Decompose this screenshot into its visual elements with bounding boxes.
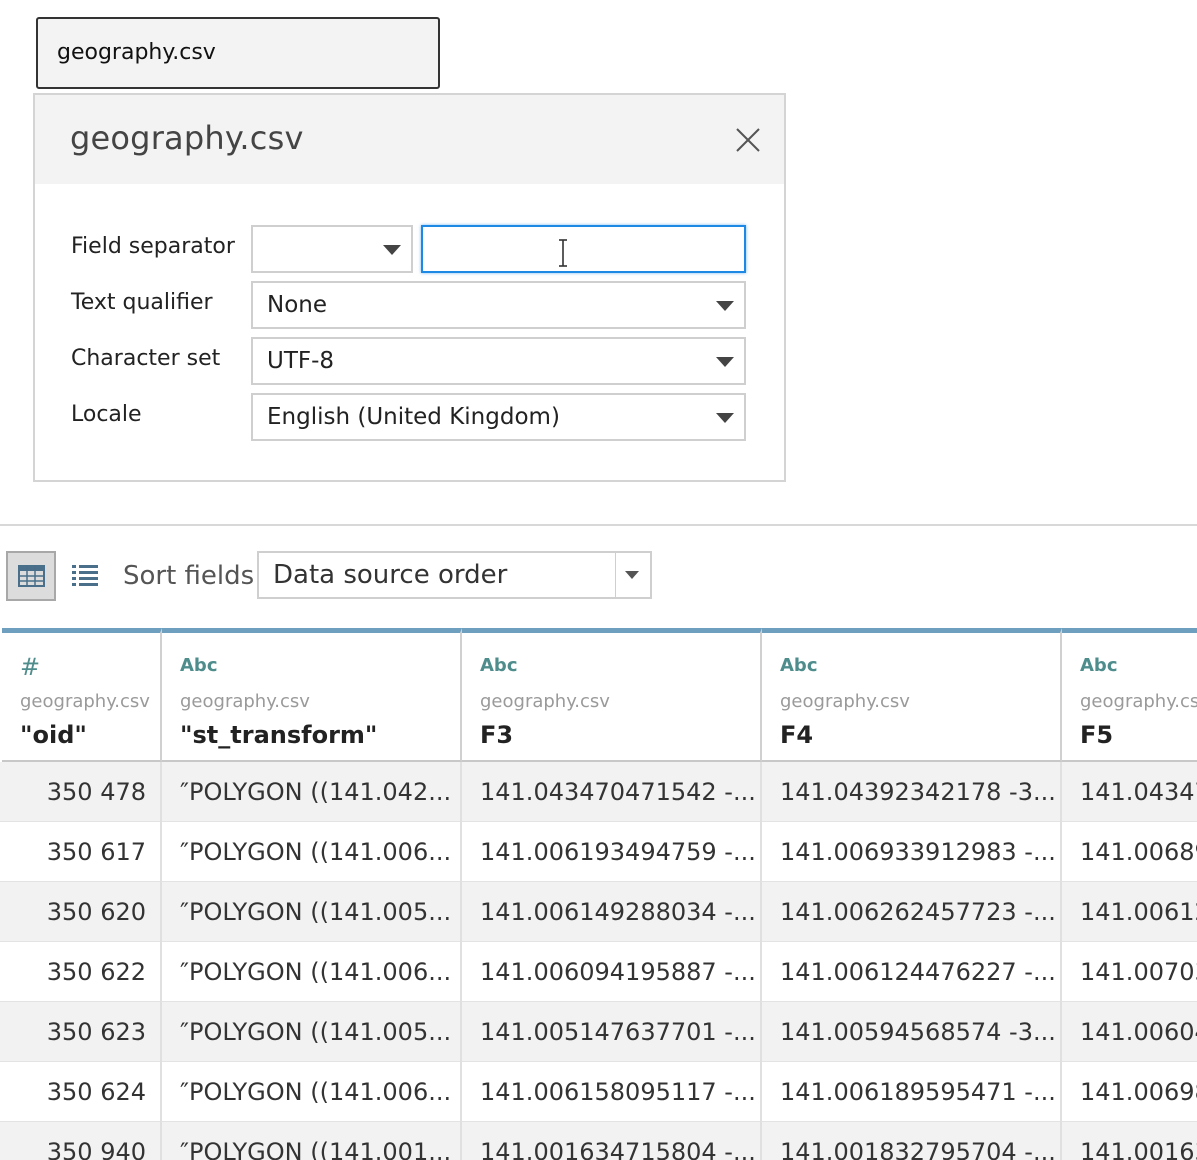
- character-set-value: UTF-8: [267, 348, 335, 374]
- string-type-icon[interactable]: Abc: [480, 655, 518, 676]
- table-cell[interactable]: ″POLYGON ((141.001...: [162, 1122, 462, 1160]
- chevron-down-icon: [716, 357, 734, 367]
- table-cell[interactable]: 141.00698: [1062, 1062, 1197, 1122]
- chevron-down-icon: [625, 571, 639, 579]
- sort-fields-label: Sort fields: [123, 561, 255, 591]
- table-cell[interactable]: ″POLYGON ((141.042...: [162, 762, 462, 822]
- table-row[interactable]: 350 622 ″POLYGON ((141.006... 141.00609419…: [0, 942, 1197, 1002]
- column-source: geography.csv: [1080, 691, 1197, 712]
- chevron-down-icon: [383, 245, 401, 255]
- table-row[interactable]: 350 478 ″POLYGON ((141.042... 141.04347047…: [0, 762, 1197, 822]
- column-source: geography.csv: [180, 691, 310, 712]
- table-cell[interactable]: 350 620: [2, 882, 162, 942]
- sort-fields-value: Data source order: [273, 560, 508, 590]
- table-cell[interactable]: 350 617: [2, 822, 162, 882]
- character-set-label: Character set: [71, 346, 221, 371]
- dialog-header: geography.csv: [35, 95, 784, 184]
- table-cell[interactable]: 141.006094195887 -...: [462, 942, 762, 1002]
- table-cell[interactable]: 350 622: [2, 942, 162, 1002]
- table-cell[interactable]: 141.00163: [1062, 1122, 1197, 1160]
- table-cell[interactable]: 141.006189595471 -...: [762, 1062, 1062, 1122]
- table-cell[interactable]: 141.005147637701 -...: [462, 1002, 762, 1062]
- table-cell[interactable]: 350 478: [2, 762, 162, 822]
- column-source: geography.csv: [480, 691, 610, 712]
- table-cell[interactable]: 141.006158095117 -...: [462, 1062, 762, 1122]
- text-file-properties-dialog: geography.csv Field separator Text quali…: [33, 93, 786, 482]
- field-separator-select[interactable]: [251, 225, 413, 273]
- string-type-icon[interactable]: Abc: [180, 655, 218, 676]
- grid-icon: [18, 565, 45, 587]
- sort-fields-select[interactable]: Data source order: [257, 551, 652, 599]
- column-name: "st_transform": [180, 721, 378, 749]
- close-icon[interactable]: [735, 127, 761, 153]
- text-qualifier-label: Text qualifier: [71, 290, 213, 315]
- column-header-st-transform[interactable]: Abc geography.csv "st_transform": [162, 628, 462, 762]
- data-grid: # geography.csv "oid" Abc geography.csv …: [0, 628, 1197, 1160]
- table-cell[interactable]: 141.00604: [1062, 1002, 1197, 1062]
- locale-value: English (United Kingdom): [267, 404, 560, 430]
- table-cell[interactable]: ″POLYGON ((141.006...: [162, 822, 462, 882]
- table-cell[interactable]: 141.006262457723 -...: [762, 882, 1062, 942]
- table-cell[interactable]: ″POLYGON ((141.006...: [162, 1062, 462, 1122]
- text-qualifier-value: None: [267, 292, 328, 318]
- table-cell[interactable]: 350 623: [2, 1002, 162, 1062]
- table-cell[interactable]: ″POLYGON ((141.006...: [162, 942, 462, 1002]
- column-source: geography.csv: [20, 691, 150, 712]
- field-separator-custom-input[interactable]: [421, 225, 746, 273]
- string-type-icon[interactable]: Abc: [1080, 655, 1118, 676]
- text-cursor-icon: [559, 239, 567, 267]
- table-cell[interactable]: 141.00689: [1062, 822, 1197, 882]
- table-cell[interactable]: ″POLYGON ((141.005...: [162, 882, 462, 942]
- grid-view-button[interactable]: [6, 551, 56, 601]
- column-name: "oid": [20, 721, 87, 749]
- text-qualifier-select[interactable]: None: [251, 281, 746, 329]
- table-cell[interactable]: 141.006933912983 -...: [762, 822, 1062, 882]
- column-header-oid[interactable]: # geography.csv "oid": [2, 628, 162, 762]
- table-cell[interactable]: 141.006193494759 -...: [462, 822, 762, 882]
- table-cell[interactable]: 141.04347: [1062, 762, 1197, 822]
- table-cell[interactable]: 141.006149288034 -...: [462, 882, 762, 942]
- table-row[interactable]: 350 623 ″POLYGON ((141.005... 141.00514763…: [0, 1002, 1197, 1062]
- column-name: F4: [780, 721, 814, 749]
- column-name: F3: [480, 721, 514, 749]
- table-row[interactable]: 350 624 ″POLYGON ((141.006... 141.00615809…: [0, 1062, 1197, 1122]
- table-cell[interactable]: 350 940: [2, 1122, 162, 1160]
- table-row[interactable]: 350 617 ″POLYGON ((141.006... 141.00619349…: [0, 822, 1197, 882]
- number-type-icon[interactable]: #: [20, 653, 40, 681]
- column-source: geography.csv: [780, 691, 910, 712]
- table-row[interactable]: 350 940 ″POLYGON ((141.001... 141.00163471…: [0, 1122, 1197, 1160]
- table-cell[interactable]: 141.006124476227 -...: [762, 942, 1062, 1002]
- locale-select[interactable]: English (United Kingdom): [251, 393, 746, 441]
- table-cell[interactable]: 141.00612: [1062, 882, 1197, 942]
- divider: [0, 524, 1197, 526]
- locale-label: Locale: [71, 402, 142, 427]
- table-cell[interactable]: 141.043470471542 -...: [462, 762, 762, 822]
- dialog-title: geography.csv: [70, 119, 304, 157]
- column-header-f5[interactable]: Abc geography.csv F5: [1062, 628, 1197, 762]
- table-cell[interactable]: 141.00703: [1062, 942, 1197, 1002]
- table-cell[interactable]: 141.001832795704 -...: [762, 1122, 1062, 1160]
- table-cell[interactable]: 350 624: [2, 1062, 162, 1122]
- character-set-select[interactable]: UTF-8: [251, 337, 746, 385]
- table-cell[interactable]: 141.00594568574 -3...: [762, 1002, 1062, 1062]
- chevron-down-icon: [716, 301, 734, 311]
- column-name: F5: [1080, 721, 1114, 749]
- string-type-icon[interactable]: Abc: [780, 655, 818, 676]
- column-header-f3[interactable]: Abc geography.csv F3: [462, 628, 762, 762]
- table-cell[interactable]: ″POLYGON ((141.005...: [162, 1002, 462, 1062]
- list-view-icon[interactable]: [70, 563, 100, 589]
- field-separator-label: Field separator: [71, 234, 235, 259]
- table-cell[interactable]: 141.001634715804 -...: [462, 1122, 762, 1160]
- table-row[interactable]: 350 620 ″POLYGON ((141.005... 141.00614928…: [0, 882, 1197, 942]
- column-header-f4[interactable]: Abc geography.csv F4: [762, 628, 1062, 762]
- table-cell[interactable]: 141.04392342178 -3...: [762, 762, 1062, 822]
- data-source-tab[interactable]: geography.csv: [36, 17, 440, 89]
- chevron-down-icon: [716, 413, 734, 423]
- sort-select-separator: [615, 553, 616, 597]
